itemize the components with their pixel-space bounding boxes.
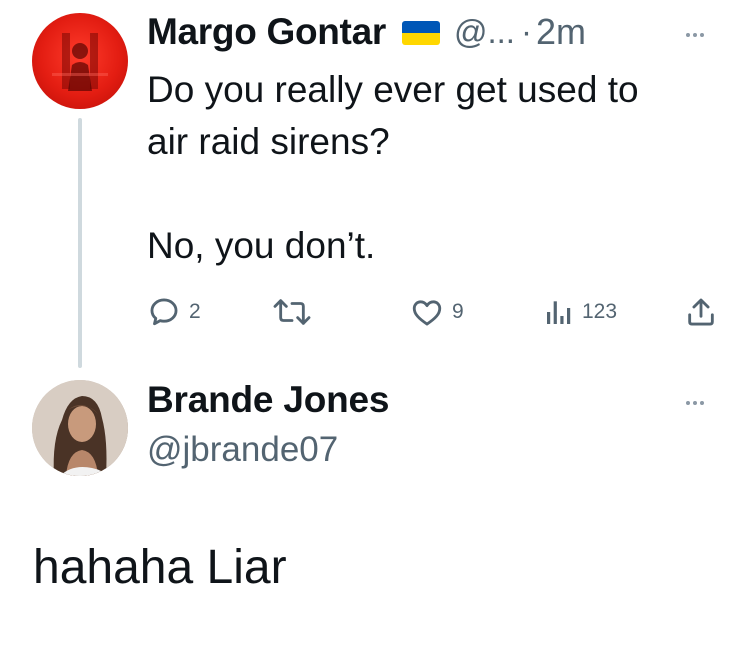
share-icon (688, 298, 714, 326)
margo-display-name[interactable]: Margo Gontar (147, 11, 386, 53)
reply-text: hahaha Liar (33, 541, 287, 594)
like-count: 9 (452, 300, 464, 323)
margo-avatar-image (52, 33, 108, 91)
thread-line (78, 118, 82, 368)
retweet-button[interactable] (272, 294, 320, 330)
share-button[interactable] (684, 294, 718, 330)
reply-count: 2 (189, 300, 201, 323)
reply-button[interactable]: 2 (147, 294, 201, 330)
brande-avatar[interactable] (32, 380, 128, 476)
brande-display-name[interactable]: Brande Jones (147, 379, 389, 421)
reply-more-options-icon[interactable] (686, 401, 704, 405)
separator-dot: · (520, 13, 532, 50)
margo-handle[interactable]: @... (454, 13, 515, 51)
reply-icon (150, 298, 178, 326)
margo-avatar[interactable] (32, 13, 128, 109)
ukraine-flag-icon (401, 21, 440, 45)
tweet-time[interactable]: 2m (536, 11, 586, 53)
brande-handle[interactable]: @jbrande07 (147, 430, 338, 470)
views-icon (547, 301, 571, 324)
tweet-text: Do you really ever get used to air raid … (147, 69, 639, 266)
brande-avatar-image (32, 380, 128, 476)
view-count: 123 (582, 300, 618, 323)
retweet-icon (273, 299, 311, 325)
heart-icon (412, 300, 442, 326)
more-options-icon[interactable] (686, 33, 704, 37)
like-button[interactable]: 9 (410, 294, 464, 330)
tweet-header: Margo Gontar @... · 2m (147, 6, 586, 58)
views-button[interactable]: 123 (544, 294, 617, 330)
